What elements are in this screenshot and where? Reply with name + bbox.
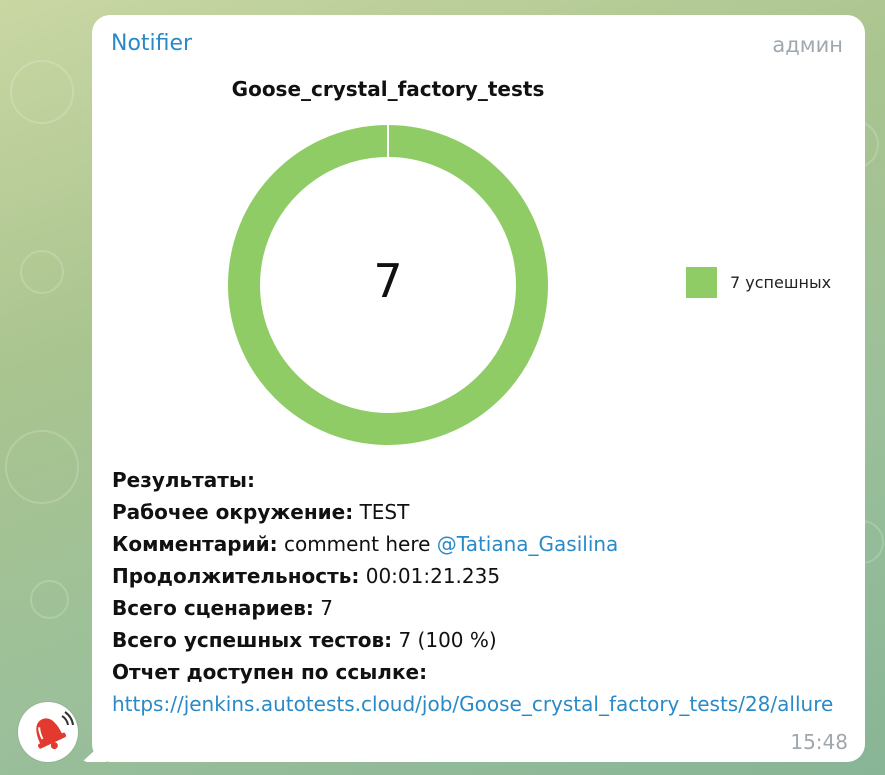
mention-link[interactable]: @Tatiana_Gasilina bbox=[437, 532, 619, 556]
scenarios-value: 7 bbox=[320, 596, 334, 620]
comment-value: comment here bbox=[283, 532, 431, 556]
passed-label: Всего успешных тестов: bbox=[112, 628, 393, 652]
scenarios-line: Всего сценариев: 7 bbox=[112, 592, 842, 624]
message-bubble[interactable]: Notifier админ Goose_crystal_factory_tes… bbox=[92, 15, 865, 762]
avatar[interactable] bbox=[18, 702, 78, 762]
chart-legend: 7 успешных bbox=[686, 267, 831, 298]
results-text: Результаты: Рабочее окружение: TEST Комм… bbox=[112, 464, 842, 720]
background-doodle bbox=[5, 430, 79, 504]
donut-chart[interactable]: Goose_crystal_factory_tests 7 7 успешных bbox=[92, 70, 865, 470]
scenarios-label: Всего сценариев: bbox=[112, 596, 314, 620]
duration-label: Продолжительность: bbox=[112, 564, 360, 588]
background-doodle bbox=[30, 580, 69, 619]
sender-role: админ bbox=[772, 33, 843, 57]
background-doodle bbox=[10, 60, 74, 124]
passed-line: Всего успешных тестов: 7 (100 %) bbox=[112, 624, 842, 656]
comment-line: Комментарий: comment here @Tatiana_Gasil… bbox=[112, 528, 842, 560]
environment-label: Рабочее окружение: bbox=[112, 500, 354, 524]
environment-line: Рабочее окружение: TEST bbox=[112, 496, 842, 528]
report-link[interactable]: https://jenkins.autotests.cloud/job/Goos… bbox=[112, 688, 847, 720]
chart-title: Goose_crystal_factory_tests bbox=[232, 77, 545, 101]
sender-name[interactable]: Notifier bbox=[111, 31, 192, 56]
duration-line: Продолжительность: 00:01:21.235 bbox=[112, 560, 842, 592]
comment-label: Комментарий: bbox=[112, 532, 278, 556]
results-heading: Результаты: bbox=[112, 468, 255, 492]
passed-value: 7 (100 %) bbox=[398, 628, 497, 652]
message-time: 15:48 bbox=[790, 730, 848, 754]
background-doodle bbox=[20, 250, 64, 294]
legend-swatch bbox=[686, 267, 717, 298]
chart-center-label: 7 bbox=[373, 254, 402, 308]
environment-value: TEST bbox=[359, 500, 410, 524]
report-label: Отчет доступен по ссылке: bbox=[112, 660, 428, 684]
bell-icon bbox=[20, 704, 76, 760]
legend-label: 7 успешных bbox=[730, 273, 831, 292]
duration-value: 00:01:21.235 bbox=[365, 564, 501, 588]
